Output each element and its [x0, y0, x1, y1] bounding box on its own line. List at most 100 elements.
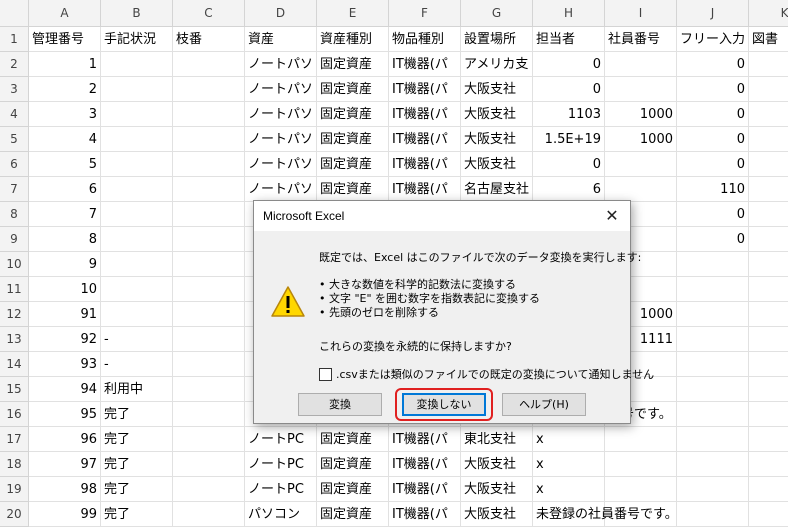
- cell-f18[interactable]: IT機器(パ: [389, 452, 461, 477]
- cell-k16[interactable]: [749, 402, 788, 427]
- cell-b8[interactable]: [101, 202, 173, 227]
- cell-h4[interactable]: 1103: [533, 102, 605, 127]
- cell-h5[interactable]: 1.5E+19: [533, 127, 605, 152]
- cell-j12[interactable]: [677, 302, 749, 327]
- cell-k1[interactable]: 図書: [749, 27, 788, 52]
- cell-b6[interactable]: [101, 152, 173, 177]
- cell-h17[interactable]: x: [533, 427, 605, 452]
- cell-b9[interactable]: [101, 227, 173, 252]
- column-header-f[interactable]: F: [389, 0, 461, 27]
- cell-k2[interactable]: [749, 52, 788, 77]
- cell-g17[interactable]: 東北支社: [461, 427, 533, 452]
- cell-j10[interactable]: [677, 252, 749, 277]
- cell-g4[interactable]: 大阪支社: [461, 102, 533, 127]
- cell-j13[interactable]: [677, 327, 749, 352]
- cell-f3[interactable]: IT機器(パ: [389, 77, 461, 102]
- cell-a9[interactable]: 8: [29, 227, 101, 252]
- cell-b13[interactable]: -: [101, 327, 173, 352]
- column-header-b[interactable]: B: [101, 0, 173, 27]
- cell-b2[interactable]: [101, 52, 173, 77]
- cell-d18[interactable]: ノートPC: [245, 452, 317, 477]
- cell-b11[interactable]: [101, 277, 173, 302]
- row-header[interactable]: 2: [0, 52, 29, 77]
- cell-a19[interactable]: 98: [29, 477, 101, 502]
- cell-d4[interactable]: ノートパソ: [245, 102, 317, 127]
- cell-a8[interactable]: 7: [29, 202, 101, 227]
- column-header-i[interactable]: I: [605, 0, 677, 27]
- cell-e19[interactable]: 固定資産: [317, 477, 389, 502]
- cell-c4[interactable]: [173, 102, 245, 127]
- cell-j9[interactable]: 0: [677, 227, 749, 252]
- cell-b3[interactable]: [101, 77, 173, 102]
- cell-h7[interactable]: 6: [533, 177, 605, 202]
- cell-i4[interactable]: 1000: [605, 102, 677, 127]
- cell-a14[interactable]: 93: [29, 352, 101, 377]
- cell-j2[interactable]: 0: [677, 52, 749, 77]
- cell-f4[interactable]: IT機器(パ: [389, 102, 461, 127]
- notify-checkbox[interactable]: [319, 367, 332, 381]
- cell-c8[interactable]: [173, 202, 245, 227]
- cell-a12[interactable]: 91: [29, 302, 101, 327]
- convert-button[interactable]: 変換: [298, 393, 382, 416]
- cell-k20[interactable]: [749, 502, 788, 527]
- row-header[interactable]: 12: [0, 302, 29, 327]
- cell-g2[interactable]: アメリカ支: [461, 52, 533, 77]
- cell-b12[interactable]: [101, 302, 173, 327]
- cell-k3[interactable]: [749, 77, 788, 102]
- row-header[interactable]: 7: [0, 177, 29, 202]
- cell-a1[interactable]: 管理番号: [29, 27, 101, 52]
- cell-c1[interactable]: 枝番: [173, 27, 245, 52]
- cell-b7[interactable]: [101, 177, 173, 202]
- cell-c7[interactable]: [173, 177, 245, 202]
- cell-g19[interactable]: 大阪支社: [461, 477, 533, 502]
- cell-c11[interactable]: [173, 277, 245, 302]
- row-header[interactable]: 5: [0, 127, 29, 152]
- cell-e18[interactable]: 固定資産: [317, 452, 389, 477]
- cell-i7[interactable]: [605, 177, 677, 202]
- cell-g3[interactable]: 大阪支社: [461, 77, 533, 102]
- cell-g18[interactable]: 大阪支社: [461, 452, 533, 477]
- cell-e7[interactable]: 固定資産: [317, 177, 389, 202]
- cell-a20[interactable]: 99: [29, 502, 101, 527]
- cell-j7[interactable]: 110: [677, 177, 749, 202]
- cell-k9[interactable]: [749, 227, 788, 252]
- cell-c18[interactable]: [173, 452, 245, 477]
- cell-j16[interactable]: [677, 402, 749, 427]
- cell-g7[interactable]: 名古屋支社: [461, 177, 533, 202]
- row-header[interactable]: 8: [0, 202, 29, 227]
- cell-k7[interactable]: [749, 177, 788, 202]
- cell-c10[interactable]: [173, 252, 245, 277]
- row-header[interactable]: 14: [0, 352, 29, 377]
- column-header-h[interactable]: H: [533, 0, 605, 27]
- row-header[interactable]: 11: [0, 277, 29, 302]
- cell-e4[interactable]: 固定資産: [317, 102, 389, 127]
- cell-h18[interactable]: x: [533, 452, 605, 477]
- cell-b5[interactable]: [101, 127, 173, 152]
- row-header[interactable]: 17: [0, 427, 29, 452]
- cell-k8[interactable]: [749, 202, 788, 227]
- cell-g20[interactable]: 大阪支社: [461, 502, 533, 527]
- cell-h6[interactable]: 0: [533, 152, 605, 177]
- cell-e6[interactable]: 固定資産: [317, 152, 389, 177]
- cell-c14[interactable]: [173, 352, 245, 377]
- cell-i17[interactable]: [605, 427, 677, 452]
- notify-checkbox-row[interactable]: .csvまたは類似のファイルでの既定の変換について通知しません: [319, 366, 654, 382]
- cell-b16[interactable]: 完了: [101, 402, 173, 427]
- cell-b10[interactable]: [101, 252, 173, 277]
- row-header[interactable]: 16: [0, 402, 29, 427]
- cell-b18[interactable]: 完了: [101, 452, 173, 477]
- cell-i18[interactable]: [605, 452, 677, 477]
- cell-j19[interactable]: [677, 477, 749, 502]
- cell-d6[interactable]: ノートパソ: [245, 152, 317, 177]
- cell-h20[interactable]: 未登録の社員番号です。: [533, 502, 678, 527]
- cell-h3[interactable]: 0: [533, 77, 605, 102]
- cell-k14[interactable]: [749, 352, 788, 377]
- cell-j6[interactable]: 0: [677, 152, 749, 177]
- column-header-c[interactable]: C: [173, 0, 245, 27]
- row-header[interactable]: 4: [0, 102, 29, 127]
- cell-j11[interactable]: [677, 277, 749, 302]
- cell-i5[interactable]: 1000: [605, 127, 677, 152]
- cell-j3[interactable]: 0: [677, 77, 749, 102]
- cell-g6[interactable]: 大阪支社: [461, 152, 533, 177]
- cell-k19[interactable]: [749, 477, 788, 502]
